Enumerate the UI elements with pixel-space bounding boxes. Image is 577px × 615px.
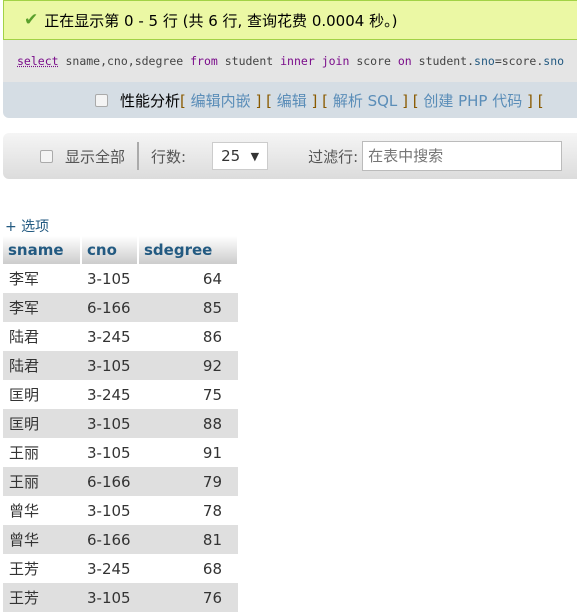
table-row: 匡明 3-245 75 xyxy=(3,380,238,409)
table-row: 陆君 3-105 92 xyxy=(3,351,238,380)
cell-cno: 3-105 xyxy=(81,583,138,612)
dropdown-arrow-icon: ▼ xyxy=(250,149,260,163)
tool-link[interactable]: 创建 PHP 代码 xyxy=(423,92,522,110)
show-all-checkbox[interactable] xyxy=(40,149,53,163)
results-table: sname cno sdegree 李军 3-105 64 李军 6-166 85 陆君 3-245… xyxy=(3,236,239,612)
rows-select[interactable]: 25 ▼ xyxy=(212,142,269,170)
rows-value: 25 xyxy=(221,147,241,165)
cell-sname: 李军 xyxy=(9,270,40,288)
bracket: [ xyxy=(266,91,272,110)
cell-sdegree: 92 xyxy=(138,351,238,380)
cell-sdegree: 81 xyxy=(138,525,238,554)
sql-token: student xyxy=(217,54,281,68)
cell-sname: 陆君 xyxy=(3,351,81,380)
divider xyxy=(137,142,140,170)
cell-sname: 王丽 xyxy=(9,444,40,462)
cell-cno: 3-245 xyxy=(87,385,131,404)
bracket: ] xyxy=(527,91,533,110)
cell-sname: 匡明 xyxy=(9,386,40,404)
tool-link[interactable]: 解析 SQL xyxy=(333,92,397,110)
filter-label: 过滤行: xyxy=(308,147,359,166)
sql-token: sno xyxy=(474,54,495,68)
navigation-bar: 显示全部 行数: 25 ▼ 过滤行: xyxy=(3,133,577,179)
cell-sdegree: 86 xyxy=(202,327,222,346)
cell-sdegree: 68 xyxy=(202,559,222,578)
bracket: [ xyxy=(322,91,329,110)
sql-token: sname,cno,sdegree xyxy=(58,54,191,68)
cell-sname: 曾华 xyxy=(3,525,81,554)
table-row: 王芳 3-245 68 xyxy=(3,554,238,583)
cell-sname: 王芳 xyxy=(3,583,81,612)
column-header-cno[interactable]: cno xyxy=(81,236,139,264)
check-icon: ✔ xyxy=(24,10,39,30)
options-toggle[interactable]: + 选项 xyxy=(5,216,49,236)
bracket: ] xyxy=(255,91,262,110)
sql-token: =score. xyxy=(494,54,544,68)
cell-sdegree: 76 xyxy=(138,583,238,612)
column-header-sdegree[interactable]: sdegree xyxy=(138,236,239,264)
cell-sname: 李军 xyxy=(3,293,81,322)
cell-cno: 3-105 xyxy=(87,269,131,288)
bracket: [ xyxy=(412,91,419,110)
cell-sdegree: 64 xyxy=(202,269,222,288)
bracket: ] xyxy=(402,91,408,110)
profiling-checkbox[interactable] xyxy=(95,93,108,107)
table-row: 王丽 3-105 91 xyxy=(3,438,238,467)
cell-sdegree: 85 xyxy=(138,293,238,322)
cell-sname: 匡明 xyxy=(3,409,81,438)
cell-cno: 6-166 xyxy=(81,467,138,496)
cell-cno: 3-105 xyxy=(81,409,138,438)
query-tools: 性能分析 [ 编辑内嵌 ] [ 编辑 ] [ 解析 SQL ] [ 创建 PHP… xyxy=(3,82,577,118)
cell-sdegree: 88 xyxy=(138,409,238,438)
sql-query: select sname,cno,sdegree from student in… xyxy=(3,40,577,82)
sql-token: join xyxy=(321,54,350,68)
bracket: ] xyxy=(311,91,318,110)
cell-sname: 陆君 xyxy=(9,328,40,346)
cell-cno: 3-105 xyxy=(87,443,131,462)
cell-sname: 王丽 xyxy=(3,467,81,496)
column-header-sname[interactable]: sname xyxy=(3,236,82,264)
table-row: 李军 6-166 85 xyxy=(3,293,238,322)
table-row: 曾华 6-166 81 xyxy=(3,525,238,554)
sql-token: from xyxy=(190,54,218,68)
tool-link[interactable]: 编辑 xyxy=(277,92,307,110)
cell-cno: 3-105 xyxy=(87,501,131,520)
table-row: 陆君 3-245 86 xyxy=(3,322,238,351)
sql-token: sno xyxy=(543,54,565,68)
tool-link[interactable]: 编辑内嵌 xyxy=(191,92,251,110)
cell-cno: 6-166 xyxy=(81,293,138,322)
sql-token: student. xyxy=(411,54,475,68)
show-all-label: 显示全部 xyxy=(65,147,126,166)
cell-sdegree: 78 xyxy=(202,501,222,520)
success-text: 正在显示第 0 - 5 行 (共 6 行, 查询花费 0.0004 秒。) xyxy=(44,11,398,30)
table-row: 王芳 3-105 76 xyxy=(3,583,238,612)
sql-token: on xyxy=(397,54,412,68)
bracket: [ xyxy=(180,91,186,110)
sql-token: inner xyxy=(280,54,315,68)
cell-cno: 3-245 xyxy=(87,559,131,578)
sql-token: score xyxy=(349,54,398,68)
table-row: 王丽 6-166 79 xyxy=(3,467,238,496)
cell-sdegree: 91 xyxy=(202,443,222,462)
bracket: [ xyxy=(537,91,544,110)
table-row: 曾华 3-105 78 xyxy=(3,496,238,525)
rows-label: 行数: xyxy=(151,147,187,166)
success-message: ✔ 正在显示第 0 - 5 行 (共 6 行, 查询花费 0.0004 秒。) xyxy=(3,0,577,40)
cell-sdegree: 75 xyxy=(202,385,222,404)
filter-search-input[interactable] xyxy=(362,141,563,171)
table-row: 李军 3-105 64 xyxy=(3,264,238,293)
sql-token[interactable]: select xyxy=(17,54,59,68)
cell-cno: 6-166 xyxy=(81,525,138,554)
cell-cno: 3-245 xyxy=(87,327,131,346)
cell-sdegree: 79 xyxy=(138,467,238,496)
profiling-label: 性能分析 xyxy=(120,91,181,110)
cell-sname: 王芳 xyxy=(9,560,40,578)
cell-cno: 3-105 xyxy=(81,351,138,380)
table-row: 匡明 3-105 88 xyxy=(3,409,238,438)
cell-sname: 曾华 xyxy=(9,502,40,520)
